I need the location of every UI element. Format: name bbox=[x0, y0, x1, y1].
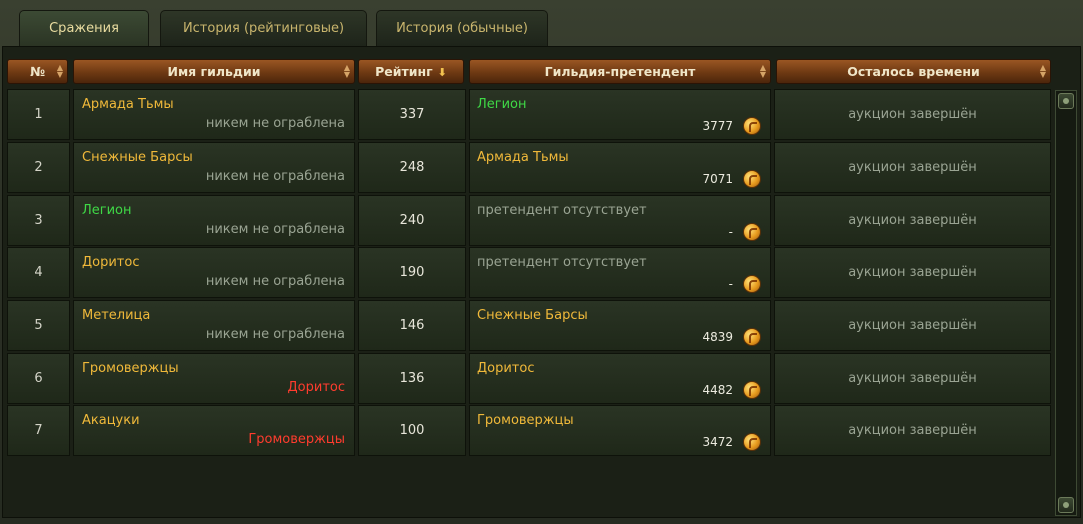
column-header-time-left[interactable]: Осталось времени ▲ ▼ bbox=[776, 59, 1051, 84]
robbed-status: никем не ограблена bbox=[205, 327, 345, 342]
rating-value: 248 bbox=[358, 142, 466, 193]
tab-battles[interactable]: Сражения bbox=[19, 10, 149, 48]
scrollbar[interactable] bbox=[1055, 90, 1077, 516]
guild-name[interactable]: Громовержцы bbox=[82, 361, 179, 376]
rating-value: 146 bbox=[358, 300, 466, 351]
guild-name[interactable]: Доритос bbox=[82, 255, 139, 270]
guild-name[interactable]: Акацуки bbox=[82, 413, 140, 428]
gold-coin-icon bbox=[743, 223, 761, 241]
column-header-rating[interactable]: Рейтинг ⬇ bbox=[358, 59, 464, 84]
gold-coin-icon bbox=[743, 381, 761, 399]
table-row[interactable]: 2 Снежные Барсы никем не ограблена 248 А… bbox=[7, 142, 1051, 193]
challenger-cell: Снежные Барсы 4839 bbox=[469, 300, 771, 351]
rating-value: 100 bbox=[358, 405, 466, 456]
table-row[interactable]: 6 Громовержцы Доритос 136 Доритос 4482 а… bbox=[7, 353, 1051, 404]
table-row[interactable]: 1 Армада Тьмы никем не ограблена 337 Лег… bbox=[7, 89, 1051, 140]
challenger-name[interactable]: Армада Тьмы bbox=[477, 150, 569, 165]
column-header-challenger-label: Гильдия-претендент bbox=[544, 64, 696, 79]
time-left: аукцион завершён bbox=[774, 142, 1051, 193]
row-number: 7 bbox=[7, 405, 70, 456]
column-header-num[interactable]: № ▲ ▼ bbox=[7, 59, 68, 84]
column-header-challenger[interactable]: Гильдия-претендент ▲ ▼ bbox=[469, 59, 771, 84]
challenger-cell: претендент отсутствует - bbox=[469, 247, 771, 298]
time-left: аукцион завершён bbox=[774, 247, 1051, 298]
guild-name[interactable]: Метелица bbox=[82, 308, 150, 323]
scroll-down-button[interactable] bbox=[1058, 497, 1074, 513]
row-number: 1 bbox=[7, 89, 70, 140]
bid-amount: 4482 bbox=[702, 383, 733, 397]
table-row[interactable]: 4 Доритос никем не ограблена 190 претенд… bbox=[7, 247, 1051, 298]
time-left: аукцион завершён bbox=[774, 89, 1051, 140]
table-row[interactable]: 7 Акацуки Громовержцы 100 Громовержцы 34… bbox=[7, 405, 1051, 456]
column-header-guild[interactable]: Имя гильдии ▲ ▼ bbox=[73, 59, 355, 84]
column-header-num-label: № bbox=[29, 64, 46, 79]
challenger-name: претендент отсутствует bbox=[477, 203, 647, 218]
challenger-cell: Армада Тьмы 7071 bbox=[469, 142, 771, 193]
gold-coin-icon bbox=[743, 117, 761, 135]
challenger-name[interactable]: Громовержцы bbox=[477, 413, 574, 428]
gold-coin-icon bbox=[743, 433, 761, 451]
guild-cell: Армада Тьмы никем не ограблена bbox=[73, 89, 355, 140]
challenger-name[interactable]: Легион bbox=[477, 97, 527, 112]
row-number: 5 bbox=[7, 300, 70, 351]
rating-value: 240 bbox=[358, 195, 466, 246]
sort-toggle-icon: ▲ ▼ bbox=[759, 63, 766, 79]
tab-history-normal[interactable]: История (обычные) bbox=[376, 10, 548, 46]
row-number: 3 bbox=[7, 195, 70, 246]
column-header-time-left-label: Осталось времени bbox=[847, 64, 980, 79]
sort-desc-arrow-icon: ⬇ bbox=[437, 66, 447, 79]
robbed-by-guild[interactable]: Доритос bbox=[288, 380, 345, 395]
guild-cell: Метелица никем не ограблена bbox=[73, 300, 355, 351]
guild-cell: Громовержцы Доритос bbox=[73, 353, 355, 404]
rating-value: 337 bbox=[358, 89, 466, 140]
guild-name[interactable]: Снежные Барсы bbox=[82, 150, 193, 165]
robbed-status: никем не ограблена bbox=[205, 116, 345, 131]
scroll-up-button[interactable] bbox=[1058, 93, 1074, 109]
bid-amount: - bbox=[728, 277, 733, 291]
row-number: 6 bbox=[7, 353, 70, 404]
robbed-status: никем не ограблена bbox=[205, 222, 345, 237]
rating-value: 136 bbox=[358, 353, 466, 404]
sort-toggle-icon: ▲ ▼ bbox=[1039, 63, 1046, 79]
table-row[interactable]: 3 Легион никем не ограблена 240 претенде… bbox=[7, 195, 1051, 246]
table-row[interactable]: 5 Метелица никем не ограблена 146 Снежны… bbox=[7, 300, 1051, 351]
time-left: аукцион завершён bbox=[774, 353, 1051, 404]
gold-coin-icon bbox=[743, 328, 761, 346]
challenger-name[interactable]: Доритос bbox=[477, 361, 534, 376]
row-number: 2 bbox=[7, 142, 70, 193]
bid-amount: 3777 bbox=[702, 119, 733, 133]
tab-history-rated[interactable]: История (рейтинговые) bbox=[160, 10, 367, 46]
challenger-cell: Доритос 4482 bbox=[469, 353, 771, 404]
gold-coin-icon bbox=[743, 170, 761, 188]
column-header-guild-label: Имя гильдии bbox=[167, 64, 261, 79]
robbed-status: никем не ограблена bbox=[205, 169, 345, 184]
bid-amount: 3472 bbox=[702, 435, 733, 449]
time-left: аукцион завершён bbox=[774, 405, 1051, 456]
robbed-by-guild[interactable]: Громовержцы bbox=[248, 432, 345, 447]
guild-cell: Легион никем не ограблена bbox=[73, 195, 355, 246]
sort-toggle-icon: ▲ ▼ bbox=[343, 63, 350, 79]
guild-cell: Акацуки Громовержцы bbox=[73, 405, 355, 456]
challenger-cell: претендент отсутствует - bbox=[469, 195, 771, 246]
bid-amount: 4839 bbox=[702, 330, 733, 344]
row-number: 4 bbox=[7, 247, 70, 298]
guild-cell: Снежные Барсы никем не ограблена bbox=[73, 142, 355, 193]
time-left: аукцион завершён bbox=[774, 195, 1051, 246]
sort-toggle-icon: ▲ ▼ bbox=[56, 63, 63, 79]
challenger-name[interactable]: Снежные Барсы bbox=[477, 308, 588, 323]
bid-amount: - bbox=[728, 225, 733, 239]
challenger-name: претендент отсутствует bbox=[477, 255, 647, 270]
guild-name[interactable]: Легион bbox=[82, 203, 132, 218]
time-left: аукцион завершён bbox=[774, 300, 1051, 351]
challenger-cell: Громовержцы 3472 bbox=[469, 405, 771, 456]
column-header-rating-label: Рейтинг bbox=[375, 64, 433, 79]
challenger-cell: Легион 3777 bbox=[469, 89, 771, 140]
guild-cell: Доритос никем не ограблена bbox=[73, 247, 355, 298]
rating-value: 190 bbox=[358, 247, 466, 298]
gold-coin-icon bbox=[743, 275, 761, 293]
robbed-status: никем не ограблена bbox=[205, 274, 345, 289]
bid-amount: 7071 bbox=[702, 172, 733, 186]
guild-name[interactable]: Армада Тьмы bbox=[82, 97, 174, 112]
